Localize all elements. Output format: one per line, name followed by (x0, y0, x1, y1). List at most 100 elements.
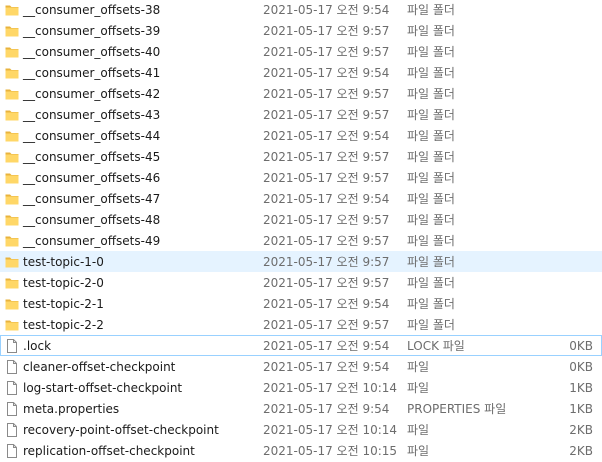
folder-icon (4, 128, 20, 144)
file-row[interactable]: replication-offset-checkpoint 2021-05-17 … (0, 440, 602, 461)
item-name[interactable]: __consumer_offsets-38 (23, 0, 160, 21)
item-name[interactable]: __consumer_offsets-44 (23, 126, 160, 147)
item-type: 파일 폴더 (407, 150, 455, 164)
folder-icon (4, 170, 20, 186)
item-type: 파일 폴더 (407, 213, 455, 227)
file-list[interactable]: __consumer_offsets-38 2021-05-17 오전 9:54 파… (0, 0, 602, 461)
item-name[interactable]: __consumer_offsets-48 (23, 210, 160, 231)
item-name[interactable]: test-topic-1-0 (23, 252, 104, 273)
item-date-modified: 2021-05-17 오전 9:57 (263, 213, 390, 227)
folder-row[interactable]: __consumer_offsets-44 2021-05-17 오전 9:54 파… (0, 125, 602, 146)
folder-icon (4, 23, 20, 39)
item-date-modified: 2021-05-17 오전 9:54 (263, 129, 390, 143)
item-date-modified: 2021-05-17 오전 9:57 (263, 234, 390, 248)
item-type: 파일 폴더 (407, 171, 455, 185)
item-date-modified: 2021-05-17 오전 9:54 (263, 402, 390, 416)
item-date-modified: 2021-05-17 오전 9:57 (263, 87, 390, 101)
item-date-modified: 2021-05-17 오전 9:57 (263, 255, 390, 269)
item-name[interactable]: __consumer_offsets-45 (23, 147, 160, 168)
item-type: 파일 폴더 (407, 129, 455, 143)
folder-row[interactable]: __consumer_offsets-48 2021-05-17 오전 9:57 파… (0, 209, 602, 230)
item-name[interactable]: .lock (23, 336, 51, 357)
item-date-modified: 2021-05-17 오전 10:15 (263, 444, 398, 458)
file-row[interactable]: .lock 2021-05-17 오전 9:54 LOCK 파일 0KB (0, 335, 602, 356)
item-type: 파일 (407, 381, 430, 395)
folder-icon (4, 65, 20, 81)
item-name[interactable]: __consumer_offsets-47 (23, 189, 160, 210)
file-row[interactable]: recovery-point-offset-checkpoint 2021-05-… (0, 419, 602, 440)
item-type: 파일 폴더 (407, 66, 455, 80)
item-name[interactable]: recovery-point-offset-checkpoint (23, 420, 219, 441)
folder-icon (4, 107, 20, 123)
item-name[interactable]: __consumer_offsets-43 (23, 105, 160, 126)
folder-icon (4, 296, 20, 312)
folder-row[interactable]: __consumer_offsets-42 2021-05-17 오전 9:57 파… (0, 83, 602, 104)
file-icon (4, 443, 20, 459)
folder-icon (4, 191, 20, 207)
folder-row[interactable]: __consumer_offsets-39 2021-05-17 오전 9:57 파… (0, 20, 602, 41)
folder-row[interactable]: __consumer_offsets-38 2021-05-17 오전 9:54 파… (0, 0, 602, 20)
file-icon (4, 380, 20, 396)
folder-row[interactable]: __consumer_offsets-43 2021-05-17 오전 9:57 파… (0, 104, 602, 125)
folder-row[interactable]: test-topic-2-1 2021-05-17 오전 9:54 파일 폴더 (0, 293, 602, 314)
item-type: 파일 폴더 (407, 276, 455, 290)
item-date-modified: 2021-05-17 오전 9:57 (263, 150, 390, 164)
item-date-modified: 2021-05-17 오전 9:54 (263, 192, 390, 206)
item-name[interactable]: __consumer_offsets-41 (23, 63, 160, 84)
item-type: 파일 폴더 (407, 108, 455, 122)
item-name[interactable]: __consumer_offsets-46 (23, 168, 160, 189)
item-name[interactable]: replication-offset-checkpoint (23, 441, 195, 462)
file-row[interactable]: log-start-offset-checkpoint 2021-05-17 오전… (0, 377, 602, 398)
file-row[interactable]: cleaner-offset-checkpoint 2021-05-17 오전 9… (0, 356, 602, 377)
folder-row[interactable]: __consumer_offsets-47 2021-05-17 오전 9:54 파… (0, 188, 602, 209)
folder-icon (4, 149, 20, 165)
item-name[interactable]: __consumer_offsets-49 (23, 231, 160, 252)
item-type: 파일 (407, 444, 430, 458)
folder-row[interactable]: __consumer_offsets-49 2021-05-17 오전 9:57 파… (0, 230, 602, 251)
item-date-modified: 2021-05-17 오전 9:57 (263, 24, 390, 38)
item-date-modified: 2021-05-17 오전 9:57 (263, 276, 390, 290)
folder-icon (4, 233, 20, 249)
folder-icon (4, 212, 20, 228)
folder-row[interactable]: __consumer_offsets-40 2021-05-17 오전 9:57 파… (0, 41, 602, 62)
item-type: 파일 (407, 423, 430, 437)
item-type: 파일 폴더 (407, 192, 455, 206)
folder-icon (4, 275, 20, 291)
item-type: 파일 (407, 360, 430, 374)
item-type: 파일 폴더 (407, 318, 455, 332)
item-name[interactable]: __consumer_offsets-39 (23, 21, 160, 42)
item-type: LOCK 파일 (407, 339, 465, 353)
item-size: 0KB (569, 339, 593, 353)
folder-row[interactable]: test-topic-2-2 2021-05-17 오전 9:57 파일 폴더 (0, 314, 602, 335)
item-name[interactable]: meta.properties (23, 399, 119, 420)
folder-row[interactable]: __consumer_offsets-45 2021-05-17 오전 9:57 파… (0, 146, 602, 167)
folder-row[interactable]: __consumer_offsets-46 2021-05-17 오전 9:57 파… (0, 167, 602, 188)
item-name[interactable]: test-topic-2-2 (23, 315, 104, 336)
file-row[interactable]: meta.properties 2021-05-17 오전 9:54 PROPERT… (0, 398, 602, 419)
folder-row[interactable]: test-topic-2-0 2021-05-17 오전 9:57 파일 폴더 (0, 272, 602, 293)
item-name[interactable]: test-topic-2-0 (23, 273, 104, 294)
item-date-modified: 2021-05-17 오전 9:57 (263, 45, 390, 59)
file-icon (4, 401, 20, 417)
item-name[interactable]: __consumer_offsets-42 (23, 84, 160, 105)
item-name[interactable]: test-topic-2-1 (23, 294, 104, 315)
file-icon (4, 338, 20, 354)
folder-row[interactable]: __consumer_offsets-41 2021-05-17 오전 9:54 파… (0, 62, 602, 83)
item-size: 1KB (569, 381, 593, 395)
folder-icon (4, 86, 20, 102)
item-name[interactable]: log-start-offset-checkpoint (23, 378, 182, 399)
item-size: 0KB (569, 360, 593, 374)
item-type: 파일 폴더 (407, 297, 455, 311)
item-type: 파일 폴더 (407, 255, 455, 269)
item-size: 2KB (569, 423, 593, 437)
item-size: 1KB (569, 402, 593, 416)
file-icon (4, 422, 20, 438)
item-type: 파일 폴더 (407, 45, 455, 59)
item-name[interactable]: __consumer_offsets-40 (23, 42, 160, 63)
item-date-modified: 2021-05-17 오전 9:54 (263, 339, 390, 353)
item-date-modified: 2021-05-17 오전 10:14 (263, 423, 398, 437)
item-name[interactable]: cleaner-offset-checkpoint (23, 357, 175, 378)
item-size: 2KB (569, 444, 593, 458)
folder-row[interactable]: test-topic-1-0 2021-05-17 오전 9:57 파일 폴더 (0, 251, 602, 272)
item-type: 파일 폴더 (407, 87, 455, 101)
